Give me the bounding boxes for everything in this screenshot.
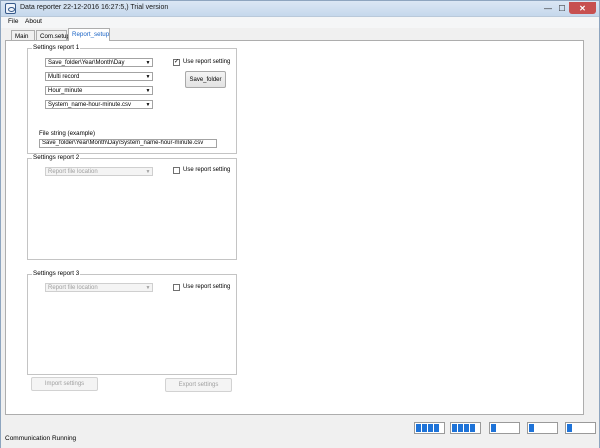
file-string-label: File string (example): [39, 130, 96, 137]
use-report-setting-checkbox-2[interactable]: [173, 167, 180, 174]
combo-value: Hour_minute: [48, 88, 83, 94]
status-meter: [414, 422, 445, 434]
checkmark-icon: ✓: [174, 59, 180, 65]
maximize-button[interactable]: ☐: [555, 2, 569, 14]
meter-block: [491, 424, 496, 432]
meter-block: [464, 424, 469, 432]
combo-arrow-icon: ▼: [145, 59, 151, 66]
group-title: Settings report 2: [32, 154, 81, 161]
status-meter: [565, 422, 596, 434]
combo-value: Report file location: [48, 285, 98, 291]
settings-report-3-group: Settings report 3 Report file location ▼…: [27, 270, 237, 375]
meter-block: [567, 424, 572, 432]
group-title: Settings report 1: [32, 44, 81, 51]
file-name-combo[interactable]: System_name-hour-minute.csv ▼: [45, 100, 153, 109]
report-setup-panel: Settings report 1 Save_folder\Year\Month…: [5, 40, 584, 415]
combo-arrow-icon: ▼: [145, 168, 151, 175]
title-bar: Data reporter 22-12-2016 16:27:5,) Trial…: [1, 1, 599, 17]
combo-arrow-icon: ▼: [145, 284, 151, 291]
meter-block: [428, 424, 433, 432]
use-report-setting-label: Use report setting: [183, 167, 231, 173]
meter-block: [452, 424, 457, 432]
status-meter: [527, 422, 558, 434]
meter-block: [458, 424, 463, 432]
app-icon: [5, 3, 16, 14]
use-report-setting-checkbox-3[interactable]: [173, 284, 180, 291]
meter-block: [470, 424, 475, 432]
app-window: Data reporter 22-12-2016 16:27:5,) Trial…: [0, 0, 600, 448]
report-file-location-combo[interactable]: Report file location ▼: [45, 167, 153, 176]
status-bar: Communication Running: [1, 421, 599, 448]
meter-block: [529, 424, 534, 432]
combo-value: System_name-hour-minute.csv: [48, 102, 132, 108]
menu-bar: File About: [1, 17, 599, 28]
menu-about[interactable]: About: [25, 18, 42, 25]
report-file-location-combo[interactable]: Report file location ▼: [45, 283, 153, 292]
settings-report-2-group: Settings report 2 Report file location ▼…: [27, 154, 237, 260]
record-mode-combo[interactable]: Multi record ▼: [45, 72, 153, 81]
settings-report-1-group: Settings report 1 Save_folder\Year\Month…: [27, 44, 237, 154]
menu-file[interactable]: File: [8, 18, 18, 25]
import-settings-button[interactable]: Import settings: [31, 377, 98, 391]
folder-structure-combo[interactable]: Save_folder\Year\Month\Day ▼: [45, 58, 153, 67]
meter-block: [422, 424, 427, 432]
save-folder-button[interactable]: Save_folder: [185, 71, 226, 88]
export-settings-button[interactable]: Export settings: [165, 378, 232, 392]
meter-block: [416, 424, 421, 432]
combo-arrow-icon: ▼: [145, 73, 151, 80]
meter-block: [434, 424, 439, 432]
combo-value: Save_folder\Year\Month\Day: [48, 60, 125, 66]
use-report-setting-checkbox-1[interactable]: ✓: [173, 59, 180, 66]
status-meter: [450, 422, 481, 434]
combo-arrow-icon: ▼: [145, 101, 151, 108]
time-interval-combo[interactable]: Hour_minute ▼: [45, 86, 153, 95]
use-report-setting-label: Use report setting: [183, 284, 231, 290]
use-report-setting-label: Use report setting: [183, 59, 231, 65]
tab-report-setup[interactable]: Report_setup: [68, 28, 110, 41]
window-title: Data reporter 22-12-2016 16:27:5,) Trial…: [20, 4, 169, 11]
status-meter: [489, 422, 520, 434]
minimize-button[interactable]: —: [541, 2, 555, 14]
combo-value: Multi record: [48, 74, 80, 80]
combo-value: Report file location: [48, 169, 98, 175]
combo-arrow-icon: ▼: [145, 87, 151, 94]
group-title: Settings report 3: [32, 270, 81, 277]
status-text: Communication Running: [5, 435, 77, 442]
file-string-field[interactable]: Save_folder\Year\Month\Day\System_name-h…: [39, 139, 217, 148]
close-button[interactable]: ✕: [569, 2, 596, 14]
